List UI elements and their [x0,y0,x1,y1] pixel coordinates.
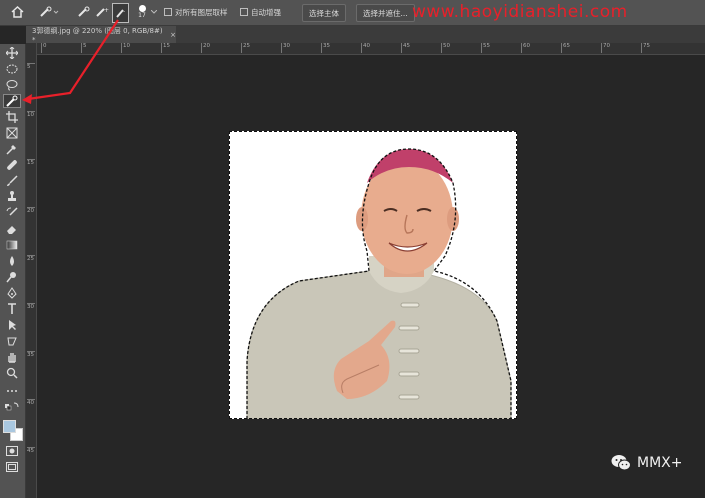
subject-selection-outline [246,148,512,419]
wechat-icon [611,455,631,471]
wechat-badge: MMX+ [611,454,682,471]
wechat-account-name: MMX+ [637,454,683,471]
